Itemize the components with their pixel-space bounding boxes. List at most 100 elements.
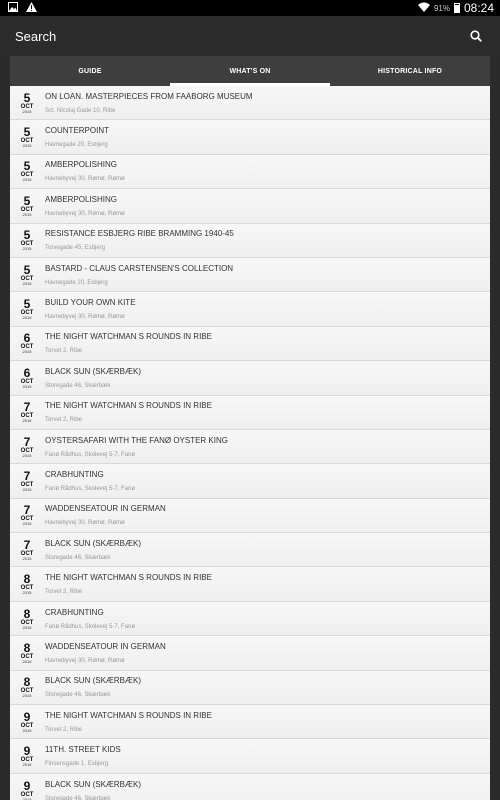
event-year: 2015	[22, 693, 32, 699]
list-item[interactable]: 5 OCT 2015 AMBERPOLISHING Havnebyvej 30, Røm…	[10, 189, 490, 224]
event-title: AMBERPOLISHING	[45, 160, 118, 170]
event-date: 7 OCT 2015	[10, 436, 44, 458]
list-item[interactable]: 7 OCT 2015 THE NIGHT WATCHMAN S ROUNDS IN R…	[10, 395, 490, 430]
list-item[interactable]: 5 OCT 2015 BUILD YOUR OWN KITE Havnebyvej 30…	[10, 292, 490, 327]
event-info: RESISTANCE ESBJERG RIBE BRAMMING 1940-45…	[44, 229, 490, 251]
event-address: Havnebyvej 30, Rømø, Rømø	[45, 176, 125, 183]
list-item[interactable]: 6 OCT 2015 BLACK SUN (SKÆRBÆK) Storegade 46,…	[10, 361, 490, 396]
tab-historical-info[interactable]: HISTORICAL INFO	[330, 56, 490, 86]
list-item[interactable]: 7 OCT 2015 BLACK SUN (SKÆRBÆK) Storegade 46,…	[10, 533, 490, 568]
event-title: 11TH. STREET KIDS	[45, 745, 121, 755]
event-title: BLACK SUN (SKÆRBÆK)	[45, 366, 142, 376]
event-day: 8	[23, 640, 31, 655]
battery-percentage: 91%	[433, 3, 450, 13]
event-date: 8 OCT 2015	[10, 642, 44, 664]
event-info: COUNTERPOINT Havnegade 20, Esbjerg	[44, 126, 490, 148]
event-title: BLACK SUN (SKÆRBÆK)	[45, 538, 142, 548]
event-title: RESISTANCE ESBJERG RIBE BRAMMING 1940-45	[45, 229, 234, 239]
main-content: GUIDE WHAT'S ON HISTORICAL INFO 5 OCT 2015…	[10, 56, 490, 800]
event-year: 2015	[22, 108, 32, 114]
list-item[interactable]: 8 OCT 2015 CRABHUNTING Fanø Rådhus, Skolevej…	[10, 601, 490, 637]
event-address: Storegade 46, Skærbæk	[45, 554, 111, 561]
event-address: Sct. Nicolaj Gade 10, Ribe	[45, 107, 116, 114]
event-address: Torvet 2, Ribe	[45, 348, 83, 355]
page-title: Search	[15, 28, 57, 44]
event-day: 7	[23, 434, 31, 449]
event-title: OYSTERSAFARI WITH THE FANØ OYSTER KING	[45, 435, 228, 445]
app-bar: Search	[0, 16, 500, 56]
list-item[interactable]: 9 OCT 2015 THE NIGHT WATCHMAN S ROUNDS IN R…	[10, 705, 490, 740]
event-title: THE NIGHT WATCHMAN S ROUNDS IN RIBE	[45, 710, 212, 720]
event-day: 8	[23, 572, 31, 587]
tab-bar: GUIDE WHAT'S ON HISTORICAL INFO	[10, 56, 490, 86]
list-item[interactable]: 5 OCT 2015 ON LOAN. MASTERPIECES FROM FAABO…	[10, 86, 490, 121]
event-year: 2015	[22, 280, 32, 286]
event-day: 5	[23, 193, 31, 208]
event-title: CRABHUNTING	[45, 607, 104, 617]
event-address: Havnegade 20, Esbjerg	[45, 279, 108, 286]
event-year: 2015	[22, 315, 32, 321]
event-date: 6 OCT 2015	[10, 332, 44, 354]
event-list: 5 OCT 2015 ON LOAN. MASTERPIECES FROM FAABO…	[10, 86, 490, 800]
list-item[interactable]: 9 OCT 2015 BLACK SUN (SKÆRBÆK) Storegade 46,…	[10, 773, 490, 800]
event-year: 2015	[22, 555, 32, 561]
event-date: 5 OCT 2015	[10, 264, 44, 286]
event-date: 9 OCT 2015	[10, 745, 44, 767]
event-year: 2015	[22, 177, 32, 183]
event-year: 2015	[22, 590, 32, 596]
event-date: 5 OCT 2015	[10, 298, 44, 320]
tab-guide[interactable]: GUIDE	[10, 56, 170, 86]
event-title: CRABHUNTING	[45, 469, 104, 479]
system-status: 91% 08:24	[417, 1, 494, 15]
event-date: 7 OCT 2015	[10, 470, 44, 492]
tab-whats-on[interactable]: WHAT'S ON	[170, 56, 330, 86]
event-address: Torvet 2, Ribe	[45, 589, 83, 596]
event-date: 8 OCT 2015	[10, 573, 44, 595]
event-title: BUILD YOUR OWN KITE	[45, 298, 136, 308]
event-year: 2015	[22, 246, 32, 252]
event-address: Fanø Rådhus, Skolevej 5-7, Fanø	[45, 485, 136, 492]
event-info: OYSTERSAFARI WITH THE FANØ OYSTER KING Fa…	[44, 436, 490, 458]
wifi-icon	[417, 2, 430, 15]
event-info: BLACK SUN (SKÆRBÆK) Storegade 46, Skærbæk	[44, 780, 490, 800]
notification-icons	[8, 1, 37, 15]
list-item[interactable]: 8 OCT 2015 THE NIGHT WATCHMAN S ROUNDS IN R…	[10, 567, 490, 602]
event-address: Havnebyvej 30, Rømø, Rømø	[45, 314, 125, 321]
event-date: 8 OCT 2015	[10, 676, 44, 698]
event-year: 2015	[22, 624, 32, 630]
event-info: AMBERPOLISHING Havnebyvej 30, Rømø, Rømø	[44, 160, 490, 182]
list-item[interactable]: 5 OCT 2015 RESISTANCE ESBJERG RIBE BRAMMING…	[10, 223, 490, 258]
event-day: 8	[23, 675, 31, 690]
event-year: 2015	[22, 727, 32, 733]
event-info: AMBERPOLISHING Havnebyvej 30, Rømø, Rømø	[44, 195, 490, 217]
event-info: BLACK SUN (SKÆRBÆK) Storegade 46, Skærbæk	[44, 539, 490, 561]
event-day: 7	[23, 400, 31, 415]
list-item[interactable]: 8 OCT 2015 BLACK SUN (SKÆRBÆK) Storegade 46,…	[10, 670, 490, 706]
event-info: BLACK SUN (SKÆRBÆK) Storegade 46, Skærbæk	[44, 676, 490, 698]
list-item[interactable]: 8 OCT 2015 WADDENSEATOUR IN GERMAN Havnebyve…	[10, 636, 490, 671]
event-info: THE NIGHT WATCHMAN S ROUNDS IN RIBE Torve…	[44, 401, 490, 423]
event-day: 5	[23, 262, 31, 277]
event-title: ON LOAN. MASTERPIECES FROM FAABORG MUSEU…	[45, 91, 253, 101]
event-day: 6	[23, 331, 31, 346]
list-item[interactable]: 5 OCT 2015 BASTARD - CLAUS CARSTENSEN'S COL…	[10, 257, 490, 293]
event-info: CRABHUNTING Fanø Rådhus, Skolevej 5-7, Fa…	[44, 470, 490, 492]
event-date: 5 OCT 2015	[10, 160, 44, 182]
event-date: 5 OCT 2015	[10, 92, 44, 114]
list-item[interactable]: 6 OCT 2015 THE NIGHT WATCHMAN S ROUNDS IN R…	[10, 326, 490, 362]
event-title: AMBERPOLISHING	[45, 194, 118, 204]
search-icon[interactable]	[466, 26, 486, 46]
list-item[interactable]: 9 OCT 2015 11TH. STREET KIDS Finsensgade 1, …	[10, 739, 490, 774]
list-item[interactable]: 7 OCT 2015 WADDENSEATOUR IN GERMAN Havnebyve…	[10, 498, 490, 534]
list-item[interactable]: 7 OCT 2015 CRABHUNTING Fanø Rådhus, Skolevej…	[10, 464, 490, 499]
event-day: 9	[23, 744, 31, 759]
list-item[interactable]: 5 OCT 2015 COUNTERPOINT Havnegade 20, Esbjer…	[10, 120, 490, 155]
event-year: 2015	[22, 452, 32, 458]
list-item[interactable]: 7 OCT 2015 OYSTERSAFARI WITH THE FANØ OYSTE…	[10, 429, 490, 465]
event-title: THE NIGHT WATCHMAN S ROUNDS IN RIBE	[45, 573, 212, 583]
list-item[interactable]: 5 OCT 2015 AMBERPOLISHING Havnebyvej 30, Røm…	[10, 154, 490, 190]
event-address: Havnebyvej 30, Rømø, Rømø	[45, 657, 125, 664]
event-day: 7	[23, 537, 31, 552]
event-info: THE NIGHT WATCHMAN S ROUNDS IN RIBE Torve…	[44, 573, 490, 595]
event-year: 2015	[22, 418, 32, 424]
